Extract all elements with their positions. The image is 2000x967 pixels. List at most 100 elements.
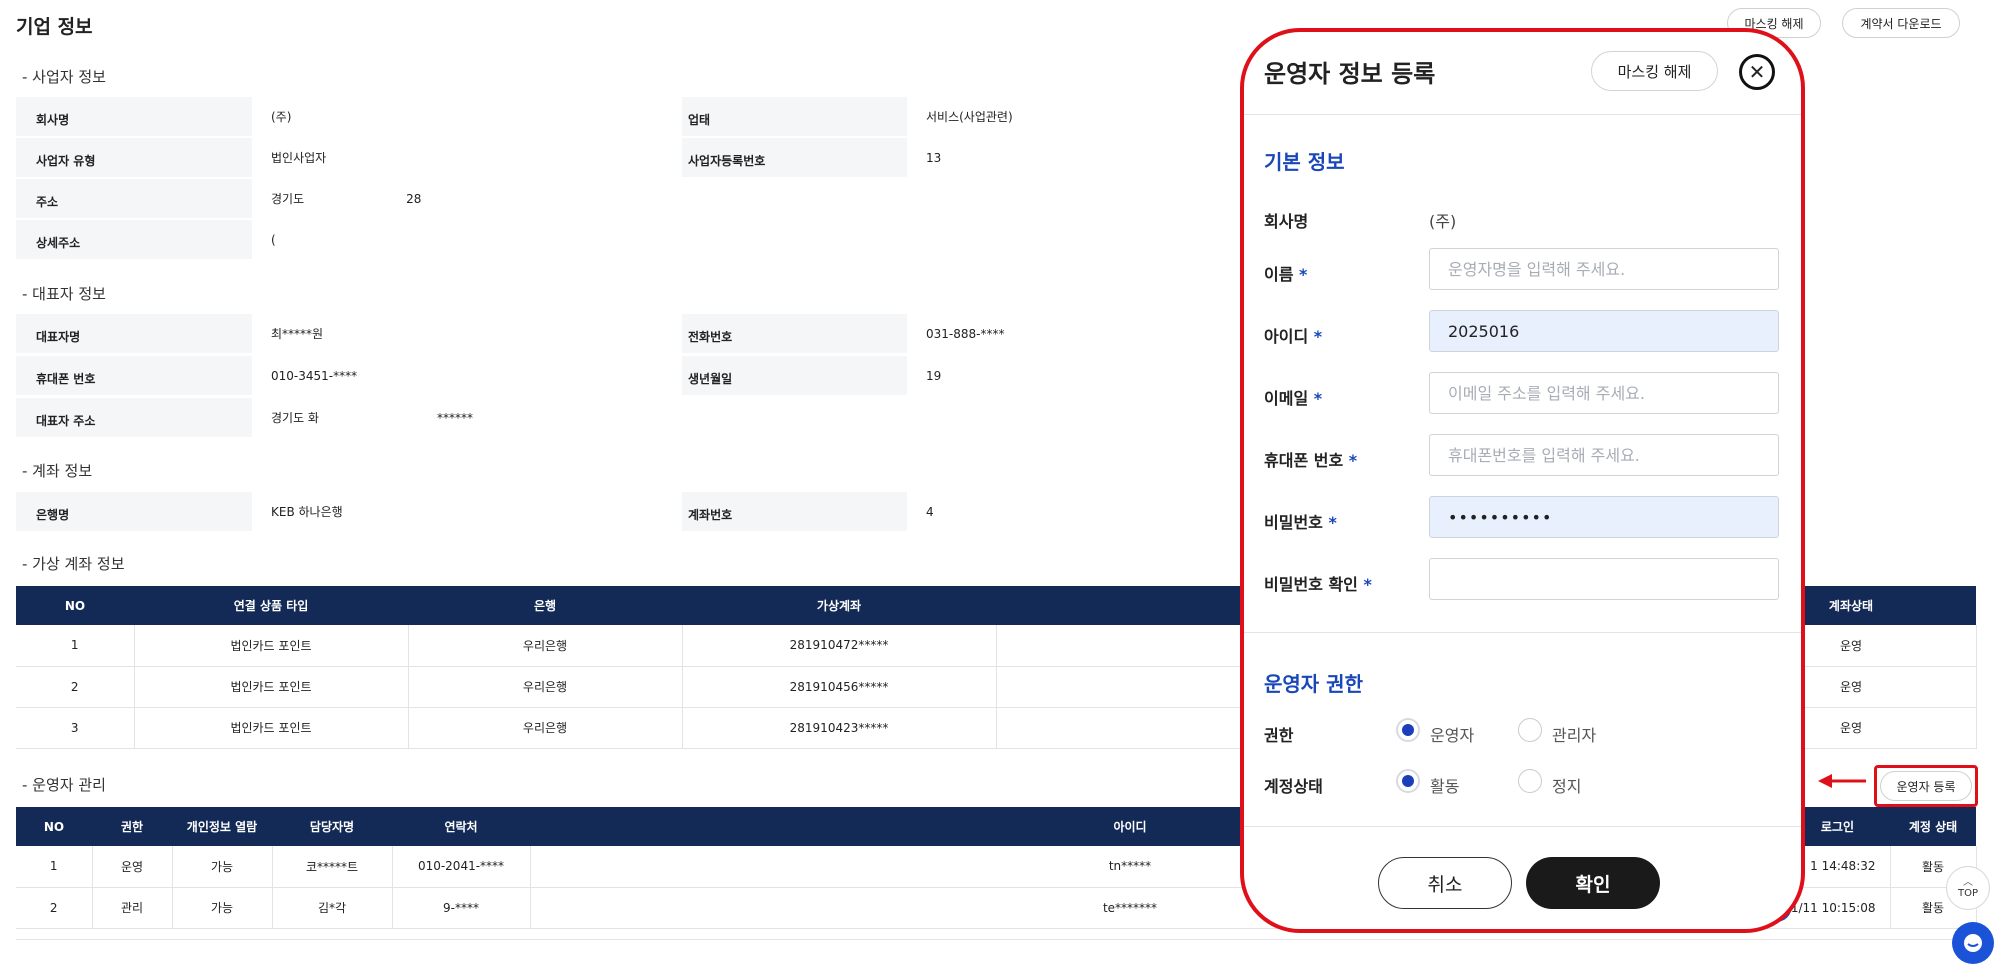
modal-title: 운영자 정보 등록 <box>1264 60 1436 88</box>
table-cell: 9-**** <box>392 887 531 929</box>
page-title: 기업 정보 <box>16 16 93 38</box>
table-cell: 1 <box>16 846 93 888</box>
field-label: 회사명 <box>36 113 70 127</box>
address-part: 경기도 화 <box>271 411 319 425</box>
field-value: 010-3451-**** <box>252 356 682 395</box>
table-cell: 운영 <box>92 846 173 888</box>
field-label: 생년월일 <box>688 372 733 386</box>
field-label: 계좌번호 <box>688 508 733 522</box>
name-input[interactable] <box>1429 248 1779 290</box>
address-part: ****** <box>436 410 473 425</box>
scroll-top-label: TOP <box>1957 887 1978 899</box>
email-label-text: 이메일 <box>1264 389 1309 408</box>
table-cell: 2 <box>16 666 135 708</box>
table-cell: 우리은행 <box>408 625 683 667</box>
email-label: 이메일 * <box>1264 385 1322 409</box>
field-value: KEB 하나은행 <box>252 492 682 531</box>
arrow-left-icon <box>1818 774 1866 788</box>
table-cell: 우리은행 <box>408 666 683 708</box>
modal-masking-button[interactable]: 마스킹 해제 <box>1591 51 1718 91</box>
section-business-info: - 사업자 정보 <box>22 68 106 86</box>
phone-input[interactable] <box>1429 434 1779 476</box>
table-cell: 281910423***** <box>682 707 997 749</box>
table-cell: 281910472***** <box>682 625 997 667</box>
password-confirm-label-text: 비밀번호 확인 <box>1264 575 1358 594</box>
required-mark: * <box>1363 575 1372 594</box>
table-cell: 010-2041-**** <box>392 846 531 888</box>
radio-suspended[interactable] <box>1518 769 1542 793</box>
divider <box>1244 632 1801 633</box>
field-label: 전화번호 <box>688 330 733 344</box>
phone-label-text: 휴대폰 번호 <box>1264 451 1344 470</box>
name-label: 이름 * <box>1264 261 1307 285</box>
id-input[interactable] <box>1429 310 1779 352</box>
radio-admin-label[interactable]: 관리자 <box>1552 722 1596 746</box>
field-label: 은행명 <box>36 508 70 522</box>
divider <box>1244 826 1801 827</box>
radio-active-label[interactable]: 활동 <box>1430 773 1459 797</box>
operator-register-modal: 운영자 정보 등록 마스킹 해제 ✕ 기본 정보 회사명 (주) 이름 * 아이… <box>1240 28 1805 933</box>
field-label: 주소 <box>36 195 59 209</box>
chat-glyph-icon <box>1964 934 1982 952</box>
radio-active[interactable] <box>1396 769 1420 793</box>
confirm-button[interactable]: 확인 <box>1526 857 1660 909</box>
radio-suspended-label[interactable]: 정지 <box>1552 773 1581 797</box>
table-cell: 281910456***** <box>682 666 997 708</box>
section-operator-management: - 운영자 관리 <box>22 776 106 794</box>
field-value: 최*****원 <box>252 314 682 353</box>
field-label: 상세주소 <box>36 236 81 250</box>
radio-admin[interactable] <box>1518 718 1542 742</box>
column-header: 담당자명 <box>272 807 392 846</box>
name-label-text: 이름 <box>1264 265 1294 284</box>
cancel-button[interactable]: 취소 <box>1378 857 1512 909</box>
password-input[interactable] <box>1429 496 1779 538</box>
required-mark: * <box>1328 513 1337 532</box>
permission-label: 권한 <box>1264 726 1294 745</box>
id-label-text: 아이디 <box>1264 327 1309 346</box>
address-part: 28 <box>406 191 422 206</box>
required-mark: * <box>1313 327 1323 346</box>
radio-operator[interactable] <box>1396 718 1420 742</box>
table-cell: 1 <box>16 625 135 667</box>
password-label-text: 비밀번호 <box>1264 513 1323 532</box>
table-cell: 가능 <box>172 887 273 929</box>
phone-label: 휴대폰 번호 * <box>1264 447 1357 471</box>
column-header: 연락처 <box>392 807 530 846</box>
password-label: 비밀번호 * <box>1264 509 1337 533</box>
field-label: 사업자 유형 <box>36 154 96 168</box>
password-confirm-input[interactable] <box>1429 558 1779 600</box>
field-label: 사업자등록번호 <box>688 154 766 168</box>
scroll-top-button[interactable]: ︿ TOP <box>1946 866 1990 910</box>
operator-register-button[interactable]: 운영자 등록 <box>1880 771 1972 801</box>
field-label: 대표자명 <box>36 330 81 344</box>
table-cell: 우리은행 <box>408 707 683 749</box>
required-mark: * <box>1313 389 1323 408</box>
table-cell: 법인카드 포인트 <box>134 707 409 749</box>
column-header: 은행 <box>408 586 682 625</box>
basic-info-heading: 기본 정보 <box>1264 150 1345 174</box>
field-label: 휴대폰 번호 <box>36 372 96 386</box>
address-part: 경기도 <box>271 192 305 206</box>
table-cell: 법인카드 포인트 <box>134 625 409 667</box>
field-value: 법인사업자 <box>252 138 682 177</box>
table-cell: 관리 <box>92 887 173 929</box>
radio-operator-label[interactable]: 운영자 <box>1430 722 1474 746</box>
contract-download-button[interactable]: 계약서 다운로드 <box>1842 8 1960 38</box>
close-icon[interactable]: ✕ <box>1739 54 1775 90</box>
company-value: (주) <box>1429 212 1457 231</box>
column-header: NO <box>16 807 92 846</box>
divider <box>1244 114 1801 115</box>
email-input[interactable] <box>1429 372 1779 414</box>
column-header: 권한 <box>92 807 172 846</box>
column-header: NO <box>16 586 134 625</box>
column-header: 가상계좌 <box>682 586 996 625</box>
account-status-label: 계정상태 <box>1264 777 1323 796</box>
table-cell: 코*****트 <box>272 846 393 888</box>
permission-heading: 운영자 권한 <box>1264 672 1363 696</box>
field-label: 업태 <box>688 113 711 127</box>
password-confirm-label: 비밀번호 확인 * <box>1264 571 1372 595</box>
chat-icon[interactable] <box>1952 922 1994 964</box>
table-cell: 김*각 <box>272 887 393 929</box>
section-virtual-account: - 가상 계좌 정보 <box>22 555 125 573</box>
masked-area <box>278 260 398 266</box>
